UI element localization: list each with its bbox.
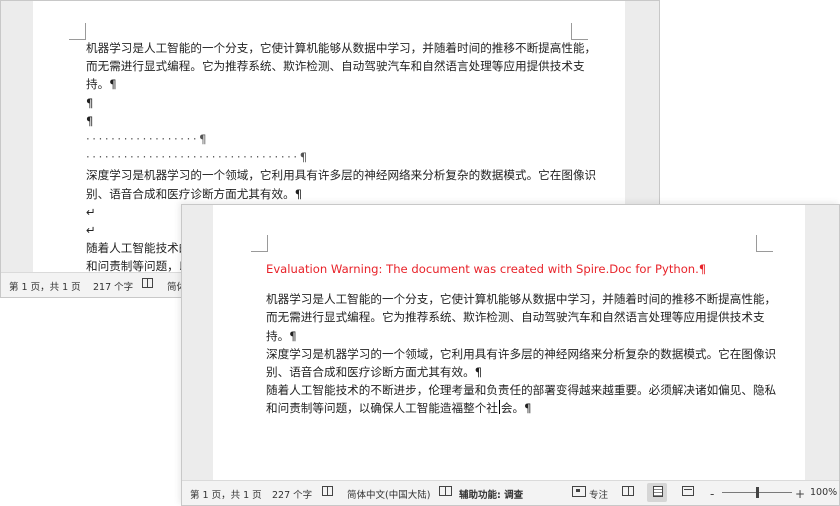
- empty-paragraph-mark: ¶: [86, 95, 94, 110]
- paragraph-line: 而无需进行显式编程。它为推荐系统、欺诈检测、自动驾驶汽车和自然语言处理等应用提供…: [266, 310, 765, 325]
- zoom-in-button[interactable]: +: [795, 487, 805, 501]
- zoom-level[interactable]: 100%: [810, 487, 837, 498]
- zoom-slider-thumb[interactable]: [756, 487, 759, 498]
- paragraph-line: 持。¶: [266, 328, 297, 343]
- paragraph-line: 持。¶: [86, 77, 117, 92]
- paragraph-line: 机器学习是人工智能的一个分支，它使计算机能够从数据中学习，并随着时间的推移不断提…: [266, 292, 777, 307]
- print-layout-icon: [653, 486, 663, 497]
- focus-label[interactable]: 专注: [589, 487, 608, 501]
- evaluation-warning: Evaluation Warning: The document was cre…: [266, 262, 707, 276]
- paragraph-line: 深度学习是机器学习的一个领域，它利用具有许多层的神经网络来分析复杂的数据模式。它…: [266, 346, 777, 361]
- word-count[interactable]: 227 个字: [272, 487, 312, 501]
- text-after-caret: 会。¶: [500, 401, 532, 416]
- read-mode-icon[interactable]: [622, 486, 634, 496]
- paragraph-line: 深度学习是机器学习的一个领域，它利用具有许多层的神经网络来分析复杂的数据模式。它…: [86, 168, 597, 183]
- paragraph-line: 机器学习是人工智能的一个分支，它使计算机能够从数据中学习，并随着时间的推移不断提…: [86, 41, 597, 55]
- crop-mark-top-right: [756, 235, 773, 252]
- crop-mark-top-left: [251, 235, 268, 252]
- paragraph-line: 而无需进行显式编程。它为推荐系统、欺诈检测、自动驾驶汽车和自然语言处理等应用提供…: [86, 59, 585, 74]
- crop-mark-top-left: [69, 23, 86, 40]
- status-bar: 第 1 页，共 1 页 227 个字 简体中文(中国大陆) 辅助功能: 调查 专…: [182, 480, 839, 505]
- proofing-icon[interactable]: [142, 278, 153, 288]
- paragraph-line: 别、语音合成和医疗诊断方面尤其有效。¶: [86, 186, 303, 201]
- text-caret: [498, 400, 500, 415]
- dotted-space-line: ··················¶: [86, 131, 210, 146]
- page-count[interactable]: 第 1 页，共 1 页: [9, 279, 81, 293]
- empty-paragraph-mark: ¶: [86, 113, 94, 128]
- result-document-window: Evaluation Warning: The document was cre…: [181, 204, 840, 506]
- dotted-space-line: ··································¶: [86, 150, 310, 165]
- paragraph-line: 随着人工智能技术的不断进步，伦理考量和负责任的部署变得越来越重要。必须解决诸如偏…: [266, 383, 777, 398]
- paragraph-spacing: [266, 278, 776, 290]
- proofing-icon[interactable]: [322, 486, 333, 496]
- focus-icon[interactable]: [572, 486, 586, 497]
- paragraph-line: 别、语音合成和医疗诊断方面尤其有效。¶: [266, 364, 483, 379]
- page-count[interactable]: 第 1 页，共 1 页: [190, 487, 262, 501]
- zoom-out-button[interactable]: -: [710, 487, 714, 501]
- paragraph-line: 和问责制等问题，以确保人工智能造福整个社 会。¶: [266, 399, 776, 417]
- text-before-caret: 和问责制等问题，以确保人工智能造福整个社: [266, 401, 498, 416]
- accessibility-status[interactable]: 辅助功能: 调查: [459, 487, 523, 501]
- document-page[interactable]: Evaluation Warning: The document was cre…: [213, 205, 805, 481]
- accessibility-icon[interactable]: [439, 486, 452, 496]
- crop-mark-top-right: [571, 23, 588, 40]
- word-count[interactable]: 217 个字: [93, 279, 133, 293]
- document-body[interactable]: Evaluation Warning: The document was cre…: [266, 260, 776, 418]
- language-indicator[interactable]: 简体中文(中国大陆): [347, 487, 430, 501]
- web-layout-icon[interactable]: [682, 486, 694, 496]
